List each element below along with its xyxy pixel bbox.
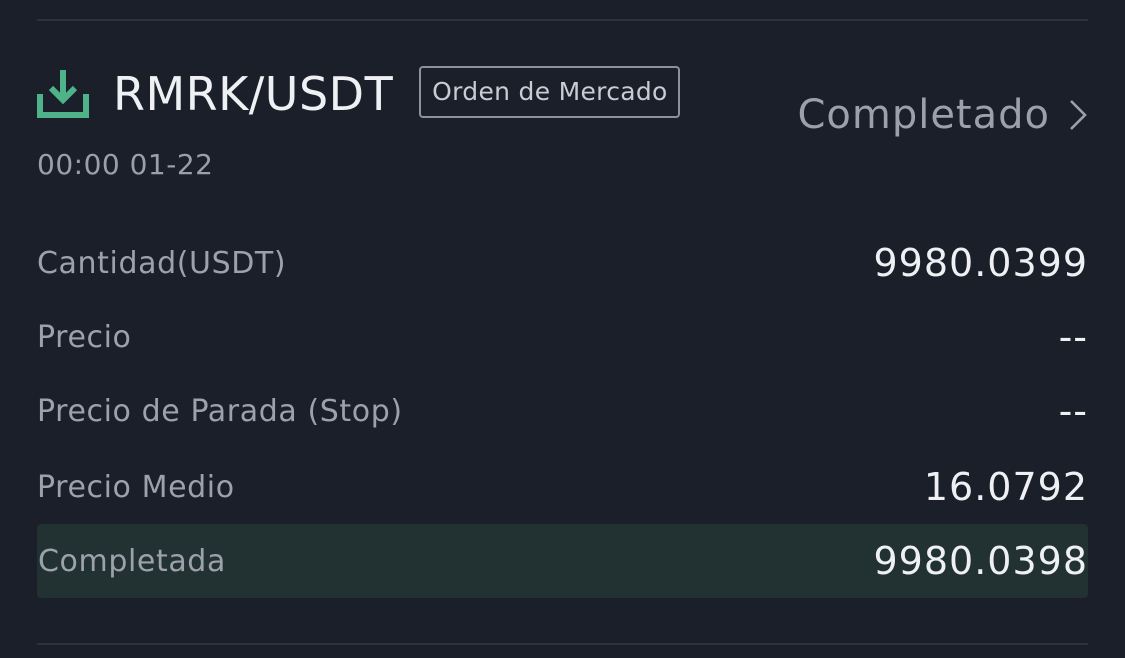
bottom-divider — [37, 643, 1088, 645]
detail-label: Cantidad(USDT) — [37, 245, 287, 281]
status-label: Completado — [797, 92, 1050, 138]
order-card: RMRK/USDT Orden de Mercado Completado 00… — [0, 0, 1125, 658]
detail-value: 9980.0399 — [873, 241, 1088, 285]
status-link[interactable]: Completado — [797, 92, 1088, 138]
detail-row-average-price: Precio Medio 16.0792 — [37, 450, 1088, 524]
top-divider — [37, 19, 1088, 21]
trading-pair: RMRK/USDT — [113, 67, 394, 121]
order-time: 00:00 01-22 — [37, 148, 214, 181]
order-type-badge: Orden de Mercado — [419, 66, 680, 118]
detail-row-stop-price: Precio de Parada (Stop) -- — [37, 374, 1088, 448]
order-header: RMRK/USDT Orden de Mercado — [37, 62, 680, 126]
detail-label: Precio Medio — [37, 469, 235, 505]
detail-label: Precio de Parada (Stop) — [37, 393, 403, 429]
detail-row-filled: Completada 9980.0398 — [37, 524, 1088, 598]
detail-row-price: Precio -- — [37, 300, 1088, 374]
chevron-right-icon — [1070, 100, 1087, 130]
detail-value: 16.0792 — [923, 465, 1088, 509]
detail-row-amount: Cantidad(USDT) 9980.0399 — [37, 226, 1088, 300]
detail-value: -- — [1058, 389, 1088, 433]
download-icon — [37, 68, 89, 120]
detail-label: Precio — [37, 319, 132, 355]
detail-value: 9980.0398 — [873, 539, 1088, 583]
detail-value: -- — [1058, 315, 1088, 359]
detail-label: Completada — [38, 543, 226, 579]
